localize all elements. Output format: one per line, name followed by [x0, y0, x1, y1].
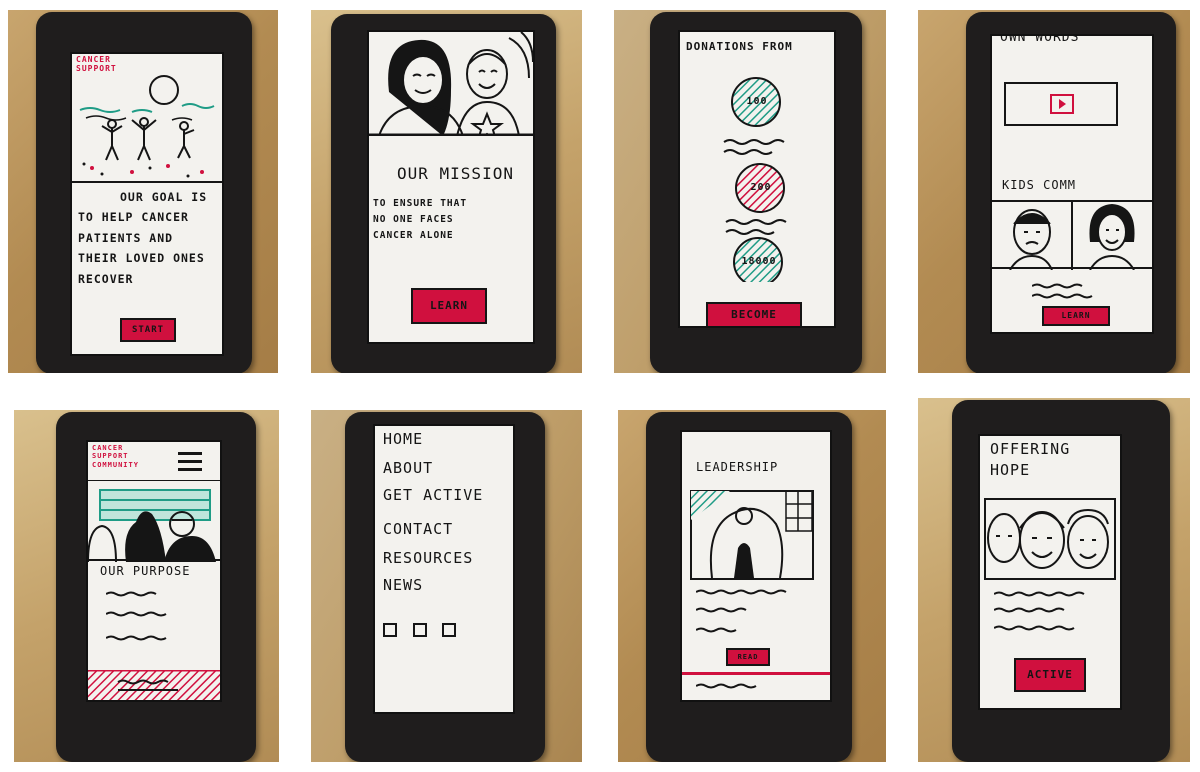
read-button[interactable]: READ: [726, 648, 770, 666]
goal-line: PATIENTS AND: [78, 230, 174, 245]
sketch-photo-4: OWN WORDS KIDS COMM LEARN: [918, 10, 1190, 373]
leader-photo: [690, 490, 814, 580]
learn-button[interactable]: LEARN: [411, 288, 487, 324]
leadership-heading: LEADERSHIP: [696, 460, 779, 474]
menu-icon[interactable]: [178, 450, 202, 472]
kids-comm-heading: KIDS COMM: [1002, 178, 1077, 192]
text-placeholder: [696, 683, 757, 689]
text-placeholder: [696, 589, 787, 633]
phone-screen: OFFERING HOPE ACTIVE: [978, 434, 1122, 710]
sketch-photo-8: OFFERING HOPE ACTIVE: [918, 398, 1190, 762]
brand-logo: CANCER SUPPORT COMMUNITY: [92, 444, 139, 469]
sketch-photo-1: CANCER SUPPORT OUR GOAL IS TO HELP CANCE…: [8, 10, 278, 373]
social-icon[interactable]: [412, 623, 427, 637]
sketch-photo-6: HOME ABOUT GET ACTIVE CONTACT RESOURCES …: [311, 410, 582, 762]
nav-item-resources[interactable]: RESOURCES: [383, 549, 483, 568]
beach-illustration: [72, 75, 222, 183]
sketch-photo-5: CANCER SUPPORT COMMUNITY OUR PURPOSE: [14, 410, 279, 762]
donations-heading: DONATIONS FROM: [686, 40, 793, 53]
mission-line: CANCER ALONE: [373, 229, 454, 241]
hope-heading-line: OFFERING: [990, 440, 1071, 458]
text-placeholder: [994, 591, 1085, 631]
video-player[interactable]: [1004, 82, 1118, 126]
phone-screen: OWN WORDS KIDS COMM LEARN: [990, 34, 1154, 334]
sketch-photo-2: OUR MISSION TO ENSURE THAT NO ONE FACES …: [311, 10, 582, 373]
nav-item-get-active[interactable]: GET ACTIVE: [383, 486, 483, 505]
goal-text: OUR GOAL IS TO HELP CANCER PATIENTS AND …: [78, 190, 222, 286]
phone-screen: OUR MISSION TO ENSURE THAT NO ONE FACES …: [367, 30, 535, 344]
kids-illustration: [992, 202, 1152, 270]
active-button[interactable]: ACTIVE: [1014, 658, 1086, 692]
divider: [682, 672, 830, 675]
goal-line: TO HELP CANCER: [78, 210, 189, 225]
purpose-heading: OUR PURPOSE: [100, 564, 191, 578]
nav-item-home[interactable]: HOME: [383, 430, 483, 449]
text-placeholder: [106, 591, 167, 641]
social-icon[interactable]: [442, 623, 457, 637]
footer-bar: [88, 670, 220, 700]
phone-screen: CANCER SUPPORT COMMUNITY OUR PURPOSE: [86, 440, 222, 702]
donation-amount: 18000: [741, 256, 777, 267]
goal-line: THEIR LOVED ONES: [78, 251, 205, 266]
nav-item-contact[interactable]: CONTACT: [383, 520, 483, 539]
goal-line: RECOVER: [78, 271, 134, 286]
play-icon[interactable]: [1050, 94, 1074, 114]
start-button[interactable]: START: [120, 318, 176, 342]
sketch-photo-7: LEADERSHIP READ: [618, 410, 886, 762]
goal-line: OUR GOAL IS: [120, 190, 208, 204]
mission-heading: OUR MISSION: [397, 164, 514, 183]
audience-illustration: [88, 480, 220, 562]
hope-heading-line: HOPE: [990, 460, 1031, 479]
mission-line: TO ENSURE THAT: [373, 198, 468, 209]
people-illustration: [369, 32, 533, 136]
learn-button[interactable]: LEARN: [1042, 306, 1110, 326]
nav-item-news[interactable]: NEWS: [383, 576, 483, 595]
sketch-photo-3: DONATIONS FROM 100 200 18000 BECOME: [614, 10, 886, 373]
nav-menu: HOME ABOUT GET ACTIVE CONTACT RESOURCES …: [383, 430, 483, 595]
social-icon[interactable]: [383, 623, 397, 637]
hope-heading: OFFERING HOPE: [990, 440, 1070, 480]
donation-amount: 100: [746, 96, 768, 107]
mission-text: TO ENSURE THAT NO ONE FACES CANCER ALONE: [373, 198, 467, 242]
phone-screen: LEADERSHIP READ: [680, 430, 832, 702]
social-icons: [383, 622, 457, 641]
nav-item-about[interactable]: ABOUT: [383, 459, 483, 478]
phone-screen: CANCER SUPPORT OUR GOAL IS TO HELP CANCE…: [70, 52, 224, 356]
text-placeholder: [1032, 283, 1093, 299]
phone-screen: DONATIONS FROM 100 200 18000 BECOME: [678, 30, 836, 328]
donation-amount: 200: [750, 182, 772, 193]
mission-line: NO ONE FACES: [373, 213, 454, 225]
own-words-heading: OWN WORDS: [1000, 34, 1080, 45]
phone-screen: HOME ABOUT GET ACTIVE CONTACT RESOURCES …: [373, 424, 515, 714]
faces-illustration: [984, 498, 1116, 580]
become-button[interactable]: BECOME: [706, 302, 802, 326]
brand-logo: CANCER SUPPORT: [76, 55, 117, 73]
